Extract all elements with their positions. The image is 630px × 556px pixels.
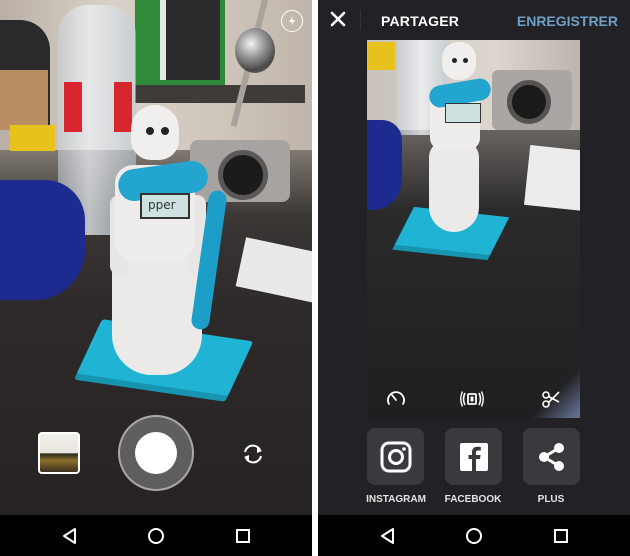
speed-button[interactable] bbox=[384, 387, 408, 411]
preview-yellow-object bbox=[367, 42, 395, 70]
scene-bottle-label bbox=[64, 82, 82, 132]
scene-bottle-label bbox=[114, 82, 132, 132]
trim-scissors-icon bbox=[542, 391, 560, 408]
camera-controls bbox=[0, 405, 312, 515]
nav-home-button[interactable] bbox=[465, 527, 483, 545]
stabilize-button[interactable] bbox=[460, 387, 484, 411]
share-more-button[interactable] bbox=[523, 428, 580, 485]
preview-robot-tablet bbox=[445, 103, 481, 123]
share-label-instagram: INSTAGRAM bbox=[366, 494, 426, 505]
preview-camera-lens bbox=[507, 80, 551, 124]
switch-camera-icon bbox=[244, 444, 262, 464]
scene-yellow-object bbox=[10, 125, 55, 151]
preview-paper bbox=[524, 145, 580, 211]
scene-robot-eye bbox=[146, 127, 154, 135]
nav-recents-button[interactable] bbox=[234, 527, 252, 545]
share-facebook-button[interactable] bbox=[445, 428, 502, 485]
scene-shelf bbox=[135, 85, 305, 103]
save-button[interactable]: ENREGISTRER bbox=[517, 13, 618, 29]
nav-back-button[interactable] bbox=[61, 527, 79, 545]
flash-button[interactable] bbox=[281, 10, 303, 32]
nav-back-button[interactable] bbox=[379, 527, 397, 545]
share-instagram-button[interactable] bbox=[367, 428, 424, 485]
scene-monitor bbox=[160, 0, 220, 80]
nav-home-button[interactable] bbox=[147, 527, 165, 545]
flash-icon bbox=[289, 16, 295, 26]
recents-icon bbox=[236, 529, 250, 543]
speed-gauge-icon bbox=[387, 391, 405, 405]
stabilize-icon bbox=[460, 391, 484, 407]
scene-robot-head bbox=[131, 105, 179, 160]
android-navbar bbox=[318, 515, 630, 556]
share-screen: PARTAGER ENREGISTRER INSTAGRAM FACEBOOK … bbox=[318, 0, 630, 556]
share-header: PARTAGER ENREGISTRER bbox=[318, 0, 630, 40]
preview-blue-fabric bbox=[367, 120, 402, 210]
header-divider bbox=[360, 10, 361, 30]
page-title: PARTAGER bbox=[381, 13, 460, 29]
preview-tools bbox=[367, 382, 580, 416]
close-button[interactable] bbox=[330, 11, 346, 27]
camera-screen: pper bbox=[0, 0, 312, 556]
scene-robot-eye bbox=[161, 127, 169, 135]
shutter-button[interactable] bbox=[135, 432, 177, 474]
scene-lamp bbox=[235, 28, 275, 73]
trim-button[interactable] bbox=[539, 387, 563, 411]
scene-tablet-text: pper bbox=[148, 198, 176, 212]
gallery-thumbnail[interactable] bbox=[38, 432, 80, 474]
scene-box bbox=[0, 70, 48, 130]
preview-robot-legs bbox=[429, 140, 479, 232]
home-icon bbox=[148, 528, 164, 544]
video-preview[interactable] bbox=[367, 40, 580, 418]
instagram-icon bbox=[380, 441, 411, 472]
nav-recents-button[interactable] bbox=[552, 527, 570, 545]
scene-camera-lens bbox=[218, 150, 268, 200]
facebook-icon bbox=[459, 442, 488, 471]
back-icon bbox=[63, 528, 76, 544]
recents-icon bbox=[554, 529, 568, 543]
close-icon bbox=[330, 11, 346, 27]
preview-robot-eye bbox=[463, 58, 468, 63]
android-navbar bbox=[0, 515, 312, 556]
share-icon bbox=[538, 442, 564, 471]
scene-blue-fabric bbox=[0, 180, 85, 300]
back-icon bbox=[381, 528, 394, 544]
scene-paper bbox=[235, 237, 312, 303]
preview-robot-head bbox=[442, 42, 476, 80]
preview-robot-eye bbox=[452, 58, 457, 63]
switch-camera-button[interactable] bbox=[240, 442, 266, 466]
share-label-facebook: FACEBOOK bbox=[444, 494, 502, 505]
home-icon bbox=[466, 528, 482, 544]
share-label-plus: PLUS bbox=[537, 494, 565, 505]
